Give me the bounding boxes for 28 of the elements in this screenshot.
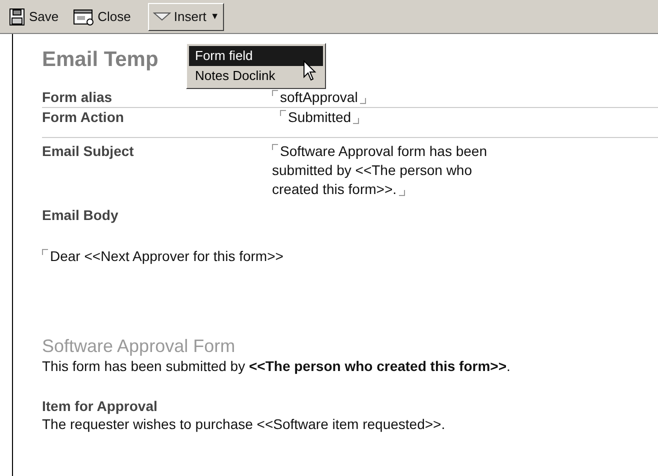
save-button[interactable]: Save — [3, 2, 64, 30]
form-text: This form has been submitted by <<The person who created this form>>. — [42, 357, 512, 375]
item-text: The requester wishes to purchase <<Software item requested>>. — [42, 415, 446, 433]
field-end-marker-icon — [360, 98, 366, 104]
page-title: Email Temp — [42, 47, 158, 73]
field-value[interactable]: Submitted — [272, 108, 517, 127]
body-field-value[interactable]: Dear <<Next Approver for this form>> — [42, 246, 658, 267]
field-value[interactable]: softApproval — [272, 88, 517, 107]
close-button[interactable]: Close — [68, 2, 136, 30]
field-end-marker-icon — [353, 118, 360, 124]
window-close-icon — [72, 8, 95, 26]
mouse-pointer-icon — [303, 60, 317, 81]
field-start-marker-icon — [272, 90, 278, 96]
field-label: Form alias — [42, 88, 114, 107]
menu-item[interactable]: Notes Doclink — [189, 66, 323, 86]
field-start-marker-icon — [42, 249, 48, 255]
field-value[interactable]: Software Approval form has been submitted by <<The person who created this form>>. — [272, 142, 517, 199]
field-start-marker-icon — [280, 110, 286, 116]
menu-item[interactable]: Form field — [189, 46, 323, 66]
insert-button[interactable]: Insert ▼ — [148, 2, 224, 30]
form-heading: Software Approval Form — [42, 335, 236, 357]
section-label: Email Body — [42, 206, 120, 225]
field-label: Email Subject — [42, 142, 135, 161]
item-heading: Item for Approval — [42, 397, 158, 415]
triangle-icon — [152, 12, 171, 22]
field-start-marker-icon — [272, 144, 278, 150]
field-end-marker-icon — [398, 190, 405, 196]
field-label: Form Action — [42, 108, 125, 127]
